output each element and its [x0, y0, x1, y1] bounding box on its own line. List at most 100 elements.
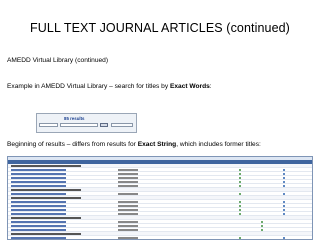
example-prefix: Example in AMEDD Virtual Library – searc… — [7, 83, 170, 90]
cell-title — [8, 168, 118, 171]
text-placeholder — [118, 205, 138, 207]
cell-links — [218, 220, 312, 224]
example-suffix: : — [209, 83, 212, 90]
slide-title: FULL TEXT JOURNAL ARTICLES (continued) — [30, 21, 290, 35]
subtitle: AMEDD Virtual Library (continued) — [7, 57, 109, 64]
text-placeholder — [118, 237, 138, 239]
cell-notes — [178, 176, 218, 179]
cell-coverage — [118, 172, 148, 175]
cell-provider — [148, 168, 178, 171]
beginning-line: Beginning of results – differs from resu… — [7, 141, 261, 148]
text-placeholder — [11, 237, 66, 239]
link-icon — [282, 172, 286, 176]
cell-links — [218, 176, 312, 180]
cell-title — [8, 164, 118, 167]
text-placeholder — [118, 209, 138, 211]
link-icon — [282, 168, 286, 172]
cell-coverage — [118, 228, 148, 231]
link-icon — [238, 180, 242, 184]
text-placeholder — [11, 225, 66, 227]
cell-coverage — [118, 220, 148, 223]
cell-links — [218, 236, 312, 239]
cell-title — [8, 212, 118, 215]
cell-coverage — [118, 200, 148, 203]
cell-title — [8, 208, 118, 211]
cell-notes — [178, 200, 218, 203]
cell-provider — [148, 180, 178, 183]
cell-provider — [148, 172, 178, 175]
text-placeholder — [11, 201, 66, 203]
link-icon — [282, 212, 286, 216]
beginning-suffix: , which includes former titles: — [176, 141, 261, 148]
cell-links — [218, 168, 312, 172]
cell-links — [218, 192, 312, 196]
cell-provider — [148, 164, 178, 167]
cell-title — [8, 224, 118, 227]
text-placeholder — [118, 229, 138, 231]
link-icon — [282, 200, 286, 204]
cell-notes — [178, 220, 218, 223]
cell-links — [218, 232, 312, 235]
beginning-bold: Exact String — [137, 141, 177, 148]
link-icon — [282, 176, 286, 180]
cell-coverage — [118, 180, 148, 183]
cell-title — [8, 236, 118, 239]
cell-links — [218, 208, 312, 212]
cell-links — [218, 184, 312, 188]
text-placeholder — [118, 201, 138, 203]
cell-title — [8, 216, 118, 219]
text-placeholder — [11, 229, 66, 231]
text-placeholder — [118, 169, 138, 171]
cell-notes — [178, 236, 218, 239]
cell-provider — [148, 216, 178, 219]
text-placeholder — [11, 169, 66, 171]
text-placeholder — [118, 181, 138, 183]
cell-coverage — [118, 164, 148, 167]
cell-coverage — [118, 236, 148, 239]
example-line: Example in AMEDD Virtual Library – searc… — [7, 83, 212, 90]
text-placeholder — [11, 165, 81, 167]
text-placeholder — [11, 189, 81, 191]
text-placeholder — [118, 177, 138, 179]
cell-links — [218, 224, 312, 228]
text-placeholder — [11, 181, 66, 183]
results-count: 85 results — [64, 116, 85, 121]
cell-links — [218, 216, 312, 219]
cell-coverage — [118, 224, 148, 227]
text-placeholder — [11, 173, 66, 175]
cell-title — [8, 192, 118, 195]
link-icon — [260, 224, 264, 228]
link-icon — [238, 168, 242, 172]
cell-title — [8, 200, 118, 203]
cell-coverage — [118, 232, 148, 235]
cell-provider — [148, 228, 178, 231]
text-placeholder — [11, 197, 81, 199]
results-rows — [8, 164, 312, 239]
cell-provider — [148, 220, 178, 223]
cell-provider — [148, 224, 178, 227]
link-icon — [260, 228, 264, 232]
cell-notes — [178, 192, 218, 195]
cell-coverage — [118, 216, 148, 219]
cell-links — [218, 204, 312, 208]
search-type-select — [39, 123, 58, 127]
cell-notes — [178, 216, 218, 219]
cell-notes — [178, 228, 218, 231]
cell-notes — [178, 172, 218, 175]
text-placeholder — [11, 233, 81, 235]
cell-links — [218, 172, 312, 176]
cell-coverage — [118, 208, 148, 211]
cell-provider — [148, 176, 178, 179]
cell-title — [8, 228, 118, 231]
cell-title — [8, 184, 118, 187]
cell-provider — [148, 232, 178, 235]
cell-notes — [178, 208, 218, 211]
link-icon — [282, 192, 286, 196]
cell-title — [8, 220, 118, 223]
search-panel-screenshot: 85 results — [36, 113, 137, 133]
cell-provider — [148, 196, 178, 199]
cell-coverage — [118, 192, 148, 195]
text-placeholder — [11, 185, 66, 187]
link-icon — [282, 236, 286, 239]
text-placeholder — [118, 173, 138, 175]
